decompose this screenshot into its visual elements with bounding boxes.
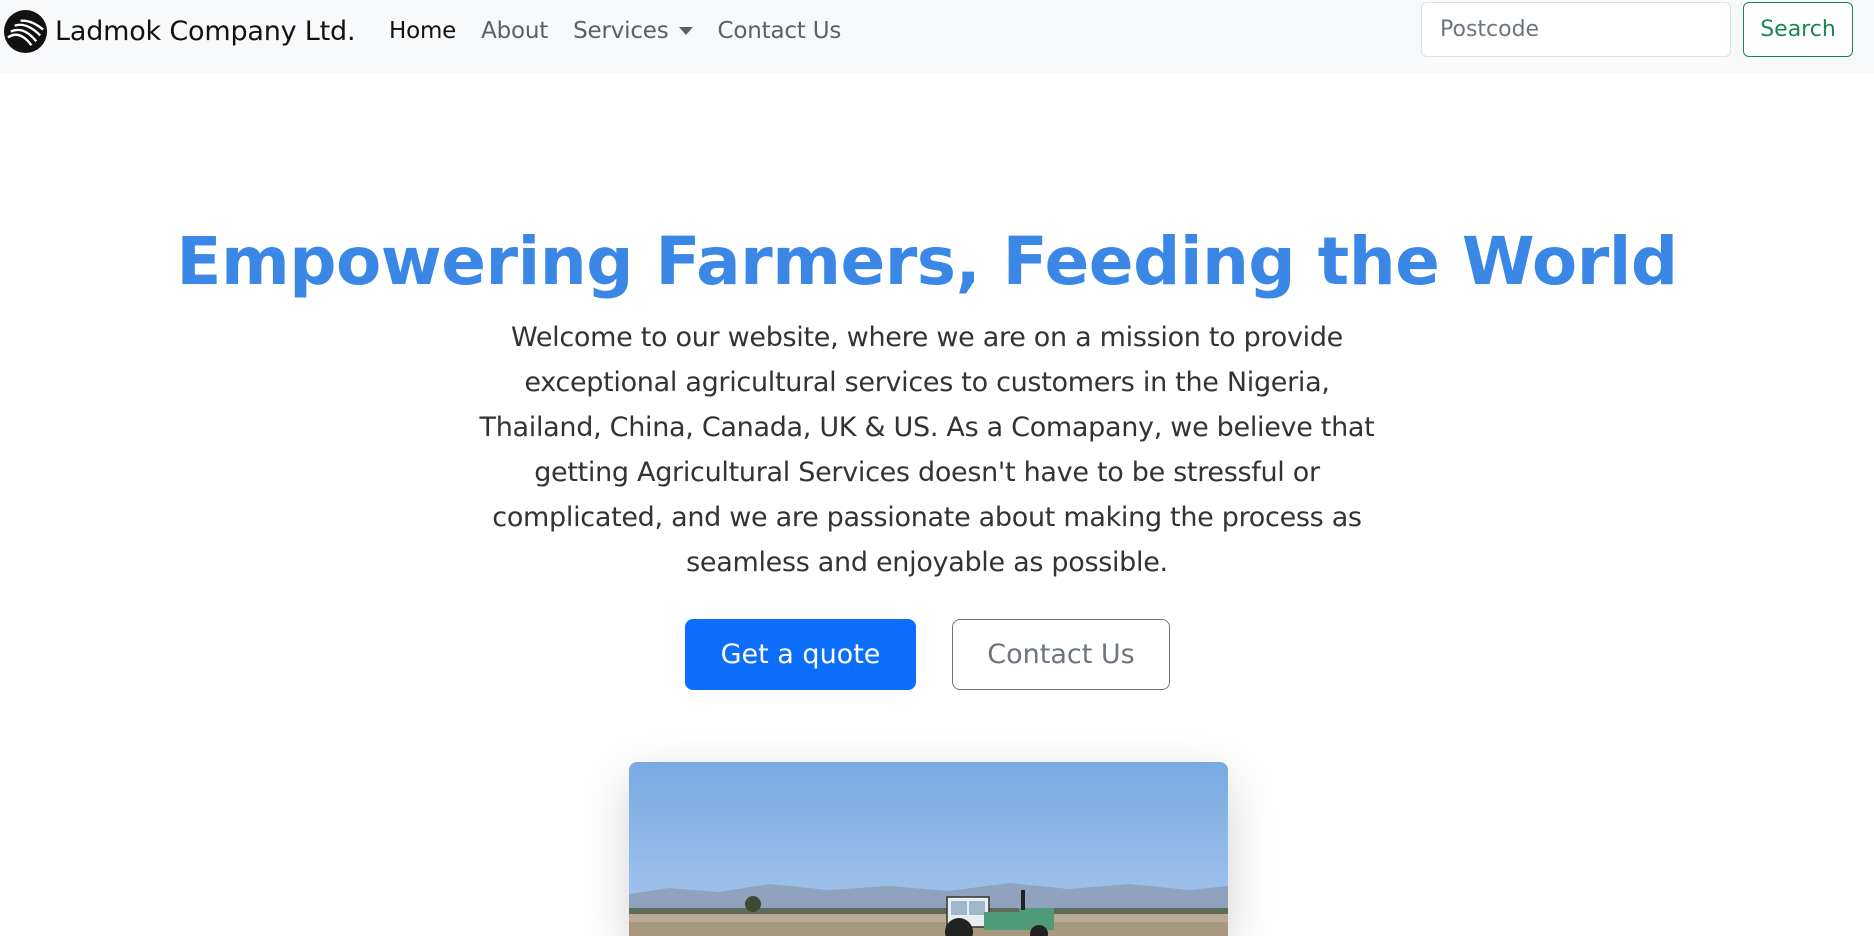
nav-home-link[interactable]: Home xyxy=(389,18,456,44)
nav-about-link[interactable]: About xyxy=(481,18,548,44)
nav-links: Home About Services Contact Us xyxy=(389,0,866,62)
hero-title: Empowering Farmers, Feeding the World xyxy=(176,223,1678,300)
brand-link[interactable]: Ladmok Company Ltd. xyxy=(2,8,356,54)
tractor-field-illustration xyxy=(629,762,1228,936)
navbar: Ladmok Company Ltd. Home About Services … xyxy=(0,0,1874,73)
hero-description: Welcome to our website, where we are on … xyxy=(479,322,1375,578)
contact-us-button[interactable]: Contact Us xyxy=(952,619,1170,690)
nav-contact-link[interactable]: Contact Us xyxy=(718,18,842,44)
search-button[interactable]: Search xyxy=(1743,2,1853,57)
nav-services-dropdown[interactable]: Services xyxy=(573,18,693,44)
hero-farm-image xyxy=(629,762,1228,936)
nav-services-label: Services xyxy=(573,18,669,44)
postcode-search-input[interactable] xyxy=(1421,2,1731,57)
brand-name: Ladmok Company Ltd. xyxy=(55,15,356,47)
get-quote-button[interactable]: Get a quote xyxy=(685,619,916,690)
brand-logo-icon xyxy=(3,9,48,53)
caret-down-icon xyxy=(678,27,693,35)
